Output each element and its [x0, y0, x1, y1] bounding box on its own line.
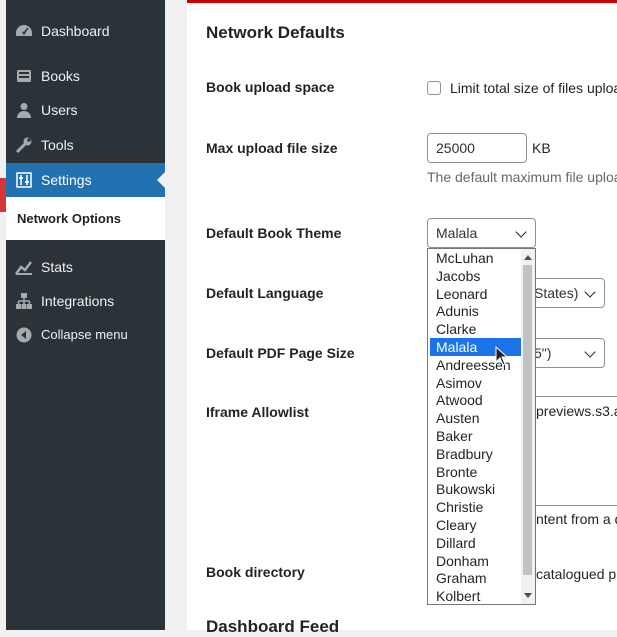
tools-icon — [14, 136, 34, 154]
theme-option[interactable]: Bukowski — [428, 480, 521, 498]
integrations-icon — [14, 292, 34, 310]
upload-space-label: Book upload space — [206, 79, 335, 95]
settings-form: Network Defaults Book upload space Limit… — [187, 3, 617, 636]
dropdown-scrollbar[interactable] — [521, 249, 535, 604]
books-icon — [14, 67, 34, 85]
book-theme-select[interactable]: Malala — [427, 218, 536, 248]
submenu-item-network-options[interactable]: Network Options — [17, 211, 121, 226]
sidebar-item-label: Users — [41, 102, 78, 118]
limit-upload-space-text: Limit total size of files uploa — [450, 80, 617, 96]
theme-option[interactable]: Austen — [428, 409, 521, 427]
book-directory-text: catalogued pu — [536, 566, 617, 582]
book-theme-selected: Malala — [436, 225, 478, 241]
book-theme-dropdown-list[interactable]: McLuhan Jacobs Leonard Adunis Clarke Mal… — [427, 248, 536, 605]
theme-option[interactable]: Asimov — [428, 374, 521, 392]
dashboard-icon — [14, 22, 34, 40]
users-icon — [14, 101, 34, 119]
theme-option[interactable]: Jacobs — [428, 267, 521, 285]
collapse-icon — [14, 326, 34, 344]
sidebar-item-label: Stats — [41, 259, 73, 275]
theme-option[interactable]: Atwood — [428, 391, 521, 409]
book-theme-label: Default Book Theme — [206, 225, 342, 241]
theme-option[interactable]: Donham — [428, 552, 521, 570]
iframe-allowlist-description: ntent from a d — [536, 511, 617, 527]
sidebar-item-dashboard[interactable]: Dashboard — [6, 14, 165, 48]
theme-option[interactable]: Baker — [428, 427, 521, 445]
max-upload-input[interactable]: 25000 — [427, 133, 527, 163]
content-gutter — [165, 0, 187, 630]
max-upload-description: The default maximum file uploa — [427, 169, 617, 185]
theme-option[interactable]: Clarke — [428, 320, 521, 338]
sidebar-item-users[interactable]: Users — [6, 93, 165, 127]
scroll-up-arrow-icon[interactable] — [524, 255, 532, 260]
sidebar-item-books[interactable]: Books — [6, 59, 165, 93]
iframe-allowlist-label: Iframe Allowlist — [206, 404, 309, 420]
theme-option[interactable]: Bradbury — [428, 445, 521, 463]
sidebar-item-label: Settings — [41, 172, 92, 188]
theme-option[interactable]: Bronte — [428, 463, 521, 481]
mouse-cursor-icon — [495, 346, 509, 366]
limit-upload-space-checkbox[interactable] — [427, 81, 441, 95]
stats-icon — [14, 258, 34, 276]
collapse-menu-button[interactable]: Collapse menu — [6, 318, 165, 352]
theme-option[interactable]: McLuhan — [428, 249, 521, 267]
sidebar-item-settings[interactable]: Settings — [6, 163, 165, 197]
theme-option[interactable]: Leonard — [428, 285, 521, 303]
admin-sidebar: Dashboard Books Users Tools Settings Net… — [6, 0, 165, 630]
theme-option[interactable]: Graham — [428, 569, 521, 587]
chevron-down-icon — [584, 346, 596, 358]
settings-submenu: Network Options — [6, 197, 165, 240]
sidebar-item-label: Integrations — [41, 293, 115, 309]
max-upload-unit: KB — [532, 140, 551, 156]
sidebar-item-label: Books — [41, 68, 80, 84]
language-selected: States) — [534, 285, 579, 301]
book-directory-label: Book directory — [206, 564, 305, 580]
settings-icon — [14, 171, 34, 189]
theme-option[interactable]: Kolbert — [428, 587, 521, 604]
next-section-title: Dashboard Feed — [206, 617, 340, 636]
chevron-down-icon — [515, 226, 527, 238]
max-upload-label: Max upload file size — [206, 140, 338, 156]
sidebar-item-stats[interactable]: Stats — [6, 250, 165, 284]
theme-option[interactable]: Adunis — [428, 302, 521, 320]
sidebar-item-integrations[interactable]: Integrations — [6, 284, 165, 318]
section-title: Network Defaults — [206, 23, 345, 42]
pdf-size-selected: 5") — [534, 345, 552, 361]
scroll-down-arrow-icon[interactable] — [524, 593, 532, 598]
sidebar-item-label: Dashboard — [41, 23, 110, 39]
pdf-size-label: Default PDF Page Size — [206, 345, 355, 361]
sidebar-item-label: Collapse menu — [41, 327, 128, 342]
chevron-down-icon — [584, 286, 596, 298]
theme-option[interactable]: Cleary — [428, 516, 521, 534]
scrollbar-thumb[interactable] — [523, 265, 532, 575]
iframe-allowlist-value: previews.s3.a — [536, 403, 617, 419]
theme-option[interactable]: Christie — [428, 498, 521, 516]
language-label: Default Language — [206, 285, 324, 301]
sidebar-item-label: Tools — [41, 137, 74, 153]
sidebar-item-tools[interactable]: Tools — [6, 128, 165, 162]
theme-option[interactable]: Dillard — [428, 534, 521, 552]
